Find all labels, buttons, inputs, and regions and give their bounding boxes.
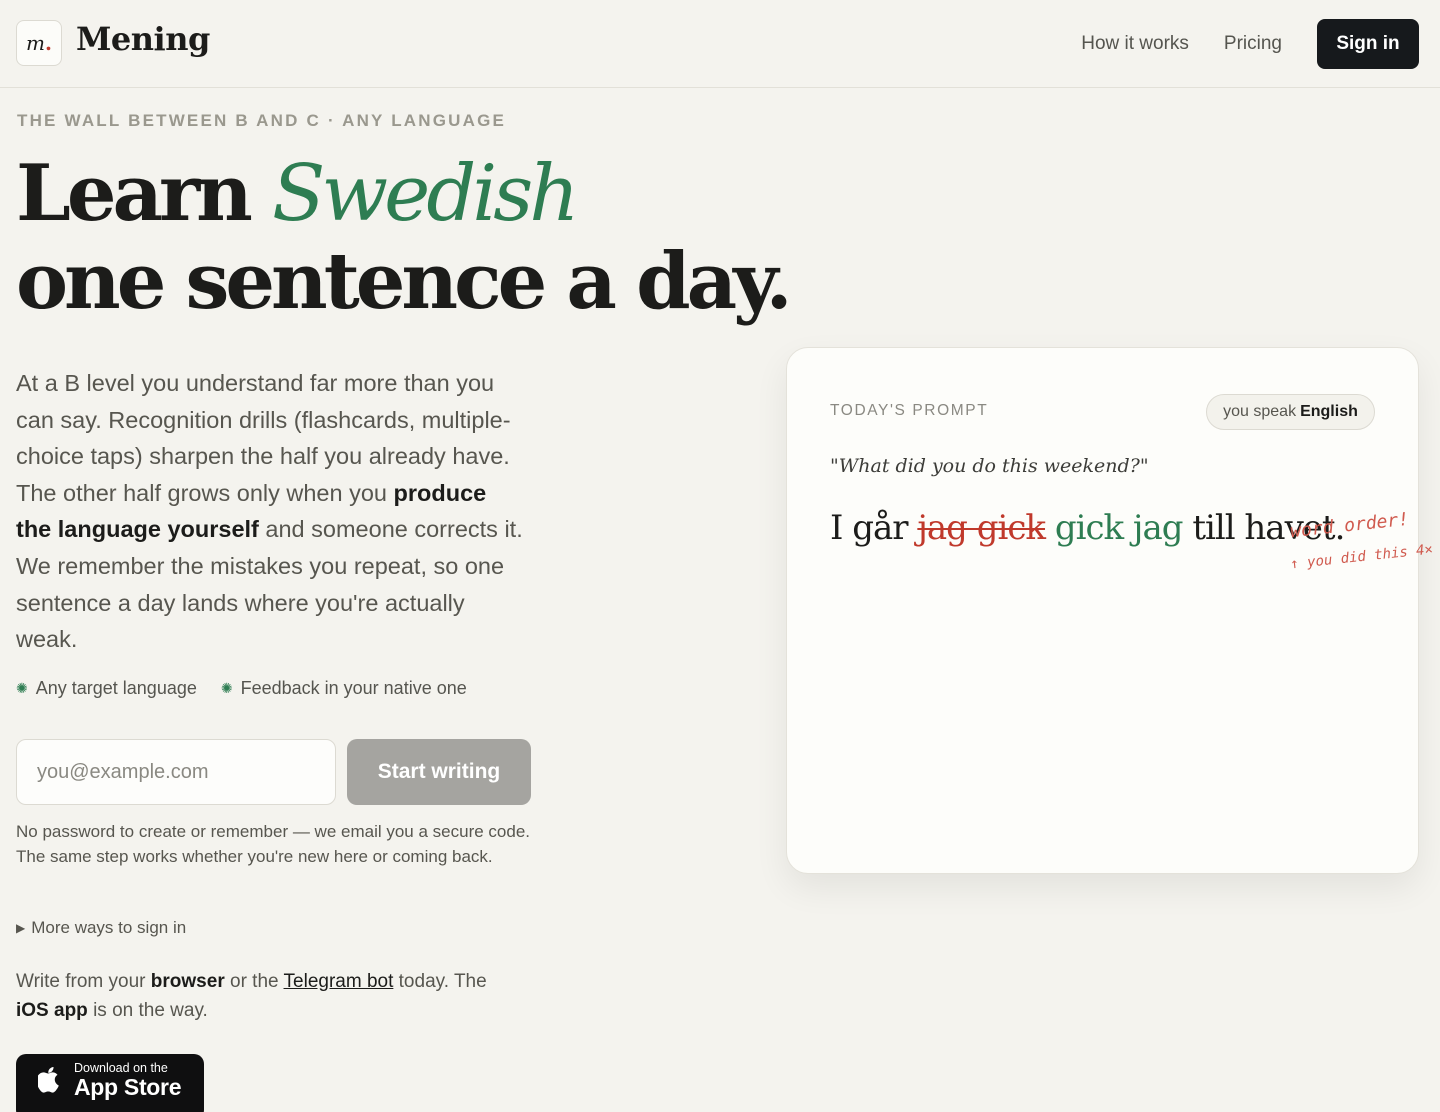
app-store-small: Download on the	[74, 1061, 168, 1075]
prompt-question: "What did you do this weekend?"	[830, 455, 1149, 477]
nav-pricing[interactable]: Pricing	[1224, 33, 1282, 55]
sentence-correction: gick jag	[1054, 508, 1184, 548]
app-store-badge[interactable]: Download on the App Store	[16, 1054, 204, 1112]
platforms-t2: or the	[230, 971, 279, 992]
email-field[interactable]	[16, 739, 336, 805]
more-ways-toggle[interactable]: ▶ More ways to sign in	[16, 918, 186, 938]
telegram-bot-link[interactable]: Telegram bot	[284, 971, 394, 992]
sentence-error: jag gick	[917, 508, 1046, 548]
signup-help-text: No password to create or remember — we e…	[16, 822, 531, 867]
platforms-t4: is on the way.	[93, 1000, 208, 1021]
feature-label: Any target language	[35, 678, 197, 698]
app-store-text: Download on the App Store	[74, 1061, 182, 1100]
more-ways-label: More ways to sign in	[31, 918, 187, 937]
speak-language: English	[1300, 403, 1358, 420]
triangle-right-icon: ▶	[16, 921, 26, 935]
logo-mark[interactable]: m.	[16, 19, 62, 66]
logo-letter: m	[26, 30, 45, 55]
feature-list: ✺ Any target language ✺ Feedback in your…	[16, 678, 491, 699]
eyebrow-label: THE WALL BETWEEN B AND C · ANY LANGUAGE	[17, 111, 507, 130]
corrected-sentence: I går jag gick gick jag till havet.	[830, 508, 1345, 548]
star-icon: ✺	[220, 680, 233, 696]
feature-label: Feedback in your native one	[240, 678, 467, 698]
brand-name[interactable]: Mening	[76, 20, 210, 58]
native-language-badge[interactable]: you speak English	[1206, 394, 1375, 430]
todays-prompt-label: TODAY'S PROMPT	[830, 402, 989, 419]
star-icon: ✺	[16, 680, 28, 696]
hero-lead: At a B level you understand far more tha…	[16, 365, 526, 658]
hero-title: Learn Swedish one sentence a day.	[16, 148, 793, 327]
sentence-start: I går	[830, 508, 909, 548]
platform-ios: iOS app	[16, 1000, 88, 1021]
hero-title-line2: one sentence a day.	[16, 236, 793, 327]
site-header: m. Mening How it works Pricing Sign in	[0, 0, 1440, 88]
speak-prefix: you speak	[1223, 403, 1297, 420]
platforms-t3: today. The	[398, 971, 487, 992]
start-writing-button[interactable]: Start writing	[347, 739, 531, 805]
platforms-text: Write from your browser or the Telegram …	[16, 967, 536, 1025]
hero-title-language: Swedish	[271, 149, 579, 239]
platform-browser: browser	[150, 971, 225, 992]
platforms-t1: Write from your	[16, 971, 146, 992]
sign-in-button[interactable]: Sign in	[1317, 18, 1419, 69]
hero-title-pre: Learn	[16, 148, 253, 239]
top-nav: How it works Pricing Sign in	[1081, 18, 1424, 69]
logo-dot: .	[45, 30, 52, 55]
app-store-big: App Store	[74, 1074, 182, 1100]
nav-how-it-works[interactable]: How it works	[1081, 33, 1189, 55]
apple-icon	[38, 1067, 59, 1093]
feature-item: ✺ Feedback in your native one	[221, 678, 467, 699]
feature-item: ✺ Any target language	[16, 678, 197, 699]
